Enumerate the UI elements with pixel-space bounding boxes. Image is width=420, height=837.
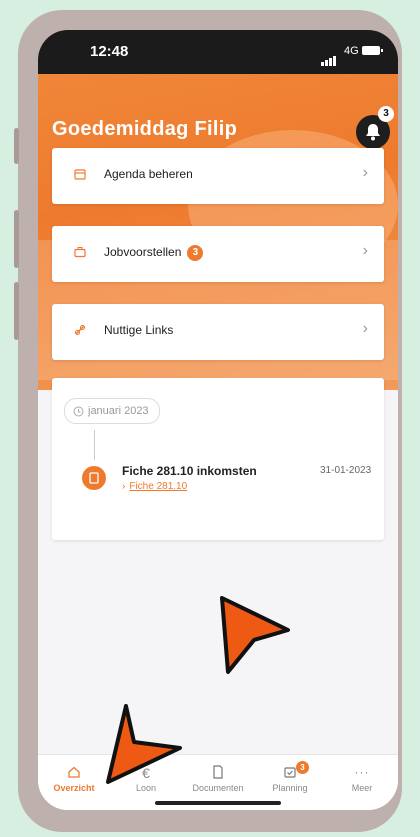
home-indicator (155, 801, 281, 805)
calendar-icon (74, 169, 86, 180)
menu-agenda-beheren[interactable]: Agenda beheren › (52, 148, 384, 204)
tab-documenten[interactable]: Documenten (182, 765, 254, 793)
document-entry-icon (82, 466, 106, 490)
pointer-arrow-icon (220, 596, 290, 674)
tab-label: Meer (351, 783, 373, 793)
network-type: 4G (344, 45, 359, 57)
pointer-arrow-icon (106, 704, 182, 784)
timeline-line (94, 430, 95, 460)
volume-up-button (14, 210, 19, 268)
entry-date: 31-01-2023 (320, 465, 372, 476)
planning-badge: 3 (296, 761, 309, 774)
chevron-right-icon: › (362, 320, 368, 337)
bell-icon (366, 124, 380, 141)
tab-overzicht[interactable]: Overzicht (38, 765, 110, 793)
battery-icon (362, 46, 383, 55)
menu-jobvoorstellen[interactable]: Jobvoorstellen 3 › (52, 226, 384, 282)
tab-meer[interactable]: ··· Meer (326, 765, 398, 793)
tab-label: Documenten (192, 783, 244, 793)
menu-label: Jobvoorstellen 3 (104, 245, 204, 261)
menu-label: Nuttige Links (104, 323, 174, 337)
greeting-title: Goedemiddag Filip (52, 118, 238, 140)
chevron-right-icon: › (362, 164, 368, 181)
briefcase-icon (74, 247, 86, 258)
entry-link[interactable]: › Fiche 281.10 (122, 481, 187, 492)
clock-icon (73, 406, 84, 417)
more-icon: ··· (354, 765, 370, 779)
planning-icon (284, 767, 296, 778)
chevron-right-icon: › (122, 481, 126, 492)
document-icon (213, 765, 223, 779)
menu-label: Agenda beheren (104, 167, 193, 181)
signal-icon (321, 48, 337, 66)
tab-label: Planning (272, 783, 308, 793)
notification-badge: 3 (378, 106, 394, 122)
month-chip[interactable]: januari 2023 (64, 398, 160, 424)
phone-screen: 12:48 4G Goedemiddag Filip 3 Agenda behe… (38, 30, 398, 810)
status-bar: 12:48 4G (38, 30, 398, 74)
link-icon (74, 324, 86, 336)
month-label: januari 2023 (88, 405, 149, 417)
job-count-badge: 3 (187, 245, 204, 261)
volume-down-button (14, 282, 19, 340)
entry-title: Fiche 281.10 inkomsten (122, 464, 257, 478)
timeline-card: januari 2023 Fiche 281.10 inkomsten › Fic… (52, 378, 384, 540)
home-icon (68, 766, 80, 778)
chevron-right-icon: › (362, 242, 368, 259)
mute-switch (14, 128, 19, 164)
menu-nuttige-links[interactable]: Nuttige Links › (52, 304, 384, 360)
tab-label: Overzicht (53, 783, 95, 793)
tab-planning[interactable]: 3 Planning (254, 761, 326, 793)
status-time: 12:48 (90, 43, 129, 60)
